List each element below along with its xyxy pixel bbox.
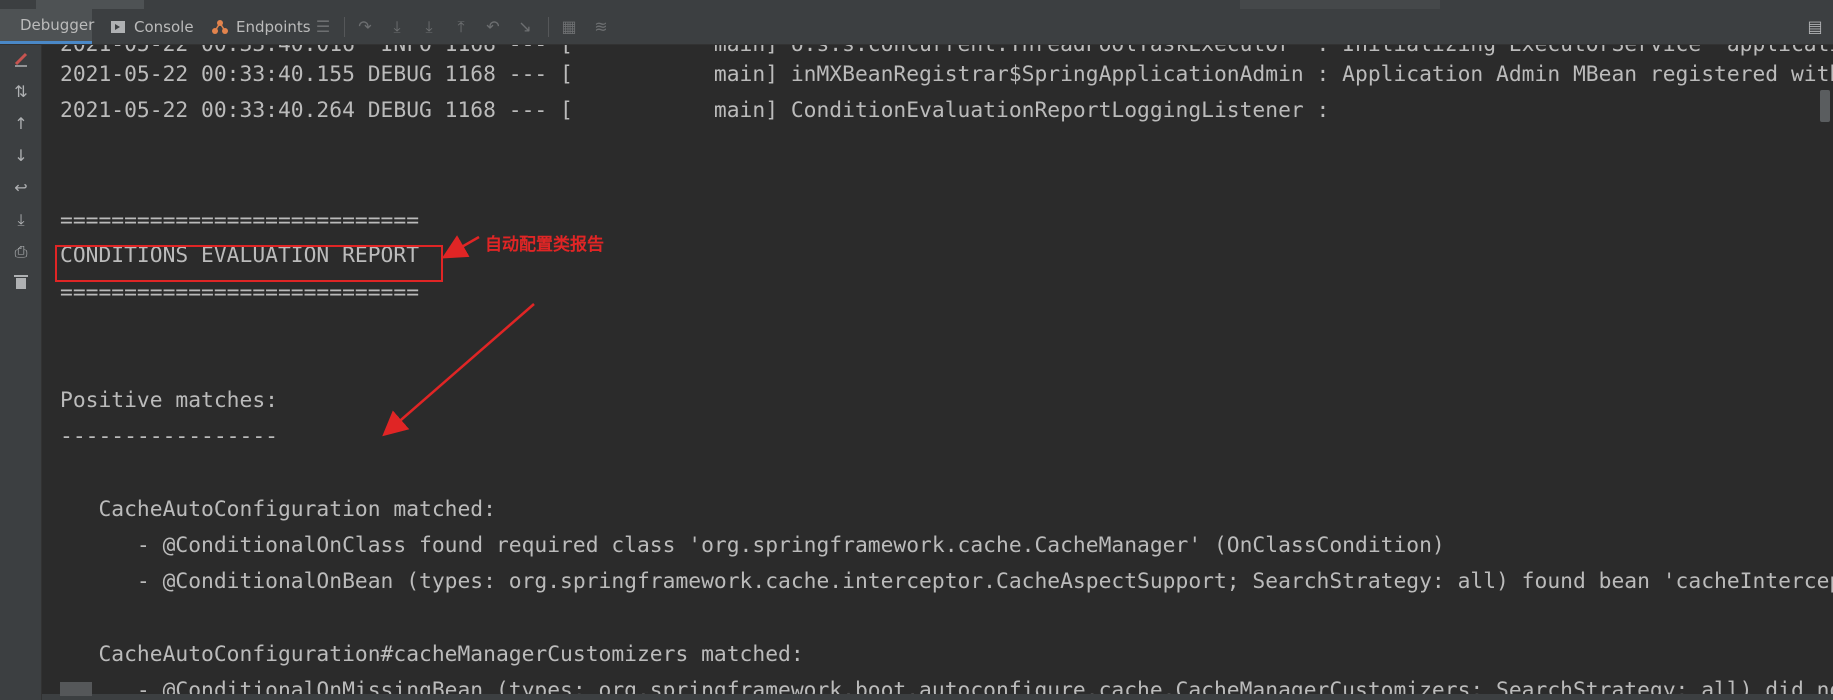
- window-top-strip: [0, 0, 1833, 9]
- editor-tab-hint: [36, 0, 144, 9]
- run-toolbar: Debugger Console Endpoints ☰ ↷ ⤓ ⤓ ⤒ ↶ ↘…: [0, 9, 1833, 45]
- match-detail: - @ConditionalOnClass found required cla…: [60, 533, 1445, 558]
- drop-frame-icon[interactable]: ↶: [484, 18, 502, 36]
- step-over-icon[interactable]: ↷: [356, 18, 374, 36]
- console-side-toolbar: ⇅ ↑ ↓ ↩ ⤓ ⎙: [0, 45, 42, 700]
- scroll-to-end-icon[interactable]: ⤓: [11, 210, 31, 230]
- trace-icon[interactable]: ≋: [592, 18, 610, 36]
- tab-endpoints-label: Endpoints: [236, 17, 311, 36]
- tab-endpoints[interactable]: Endpoints: [212, 9, 312, 44]
- log-line: 2021-05-22 00:33:40.155 DEBUG 1168 --- […: [60, 62, 1833, 87]
- menu-icon[interactable]: ☰: [314, 18, 332, 36]
- console-output[interactable]: 2021-05-22 00:33:40.016 INFO 1168 --- [ …: [42, 45, 1833, 700]
- soft-wrap-icon[interactable]: ↩: [11, 178, 31, 198]
- log-line: 2021-05-22 00:33:40.016 INFO 1168 --- [ …: [60, 45, 1833, 59]
- step-into-icon[interactable]: ⤓: [388, 18, 406, 36]
- evaluate-icon[interactable]: ▦: [560, 18, 578, 36]
- annotation-label: 自动配置类报告: [485, 235, 604, 255]
- match-heading: CacheAutoConfiguration#cacheManagerCusto…: [60, 642, 804, 667]
- down-arrow-icon[interactable]: ↓: [11, 146, 31, 166]
- annotation-highlight-box: [55, 245, 443, 282]
- horizontal-scroll-thumb[interactable]: [60, 682, 92, 696]
- vertical-scroll-thumb[interactable]: [1820, 90, 1830, 122]
- section-heading: Positive matches:: [60, 388, 278, 413]
- log-line-text: 2021-05-22 00:33:40.016 INFO 1168 --- [ …: [60, 45, 1833, 57]
- up-arrow-icon[interactable]: ↑: [11, 114, 31, 134]
- clear-icon[interactable]: [11, 50, 31, 70]
- match-detail: - @ConditionalOnBean (types: org.springf…: [60, 569, 1833, 594]
- editor-tab-hint-right: [1240, 0, 1440, 9]
- log-line: 2021-05-22 00:33:40.264 DEBUG 1168 --- […: [60, 98, 1330, 123]
- match-heading: CacheAutoConfiguration matched:: [60, 497, 496, 522]
- horizontal-scrollbar[interactable]: [42, 694, 1833, 700]
- report-divider: ============================: [60, 280, 420, 305]
- sort-icon[interactable]: ⇅: [11, 82, 31, 102]
- run-to-cursor-icon[interactable]: ↘: [516, 18, 534, 36]
- tab-debugger[interactable]: Debugger: [0, 9, 95, 44]
- toolbar-separator: [548, 17, 549, 37]
- tab-console[interactable]: Console: [110, 9, 200, 44]
- toolbar-separator: [344, 17, 345, 37]
- print-icon[interactable]: ⎙: [11, 242, 31, 262]
- layout-icon[interactable]: ▤: [1806, 18, 1824, 36]
- endpoints-icon: [212, 19, 228, 35]
- tab-console-label: Console: [134, 17, 194, 36]
- section-underline: -----------------: [60, 424, 278, 449]
- report-divider: ============================: [60, 208, 420, 233]
- step-out-icon[interactable]: ⤒: [452, 18, 470, 36]
- force-step-into-icon[interactable]: ⤓: [420, 18, 438, 36]
- tab-debugger-label: Debugger: [20, 16, 95, 34]
- trash-icon[interactable]: [11, 274, 31, 294]
- console-icon: [110, 19, 126, 35]
